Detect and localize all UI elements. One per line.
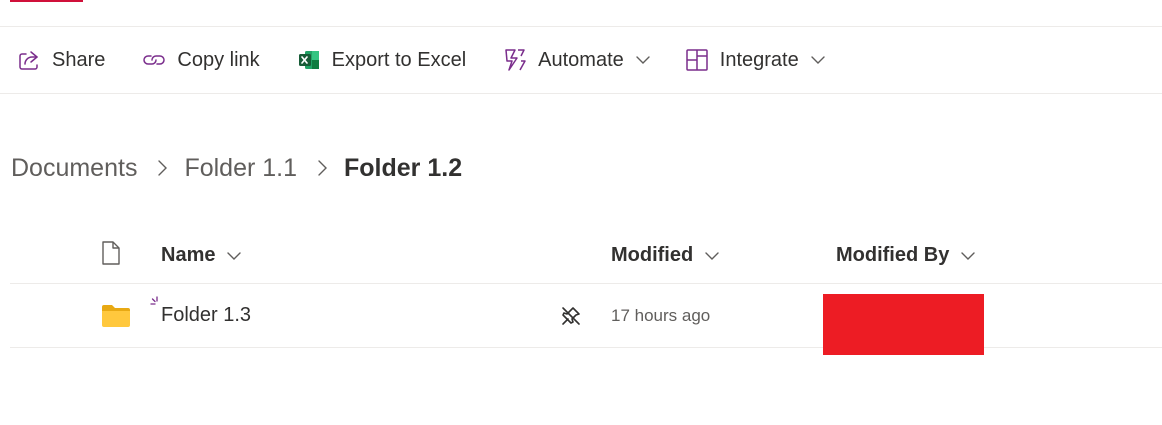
share-label: Share <box>52 48 106 71</box>
name-column-header[interactable]: Name <box>161 228 243 283</box>
share-icon <box>16 47 42 73</box>
chevron-down-icon <box>634 51 652 69</box>
chevron-down-icon <box>809 51 827 69</box>
folder-icon <box>101 284 131 347</box>
automate-button[interactable]: Automate <box>498 40 656 80</box>
command-bar: Share Copy link Export to Excel Automate… <box>0 27 1162 94</box>
name-column-label: Name <box>161 244 216 266</box>
copy-link-button[interactable]: Copy link <box>137 40 263 80</box>
integrate-button[interactable]: Integrate <box>680 40 831 80</box>
breadcrumb-current-folder: Folder 1.2 <box>344 153 463 182</box>
breadcrumb: Documents Folder 1.1 Folder 1.2 <box>11 148 462 188</box>
export-to-excel-label: Export to Excel <box>331 48 467 71</box>
excel-icon <box>296 47 322 73</box>
row-modified-date: 17 hours ago <box>611 305 711 325</box>
redacted-modified-by <box>823 294 984 355</box>
document-icon <box>100 240 122 272</box>
chevron-down-icon <box>959 247 977 265</box>
chevron-right-icon <box>151 157 173 179</box>
breadcrumb-item-documents[interactable]: Documents <box>11 154 137 183</box>
breadcrumb-item-folder-1-1[interactable]: Folder 1.1 <box>184 154 297 183</box>
integrate-label: Integrate <box>719 48 799 71</box>
file-type-column-header[interactable] <box>100 228 122 283</box>
list-header: Name Modified Modified By <box>10 228 1162 284</box>
flow-icon <box>502 47 528 73</box>
active-tab-indicator <box>10 0 83 2</box>
modified-column-header[interactable]: Modified <box>611 228 721 283</box>
automate-label: Automate <box>538 48 624 71</box>
share-button[interactable]: Share <box>12 40 109 80</box>
sharepoint-library-view: Share Copy link Export to Excel Automate… <box>0 0 1162 425</box>
modified-by-column-header[interactable]: Modified By <box>836 228 977 283</box>
modified-by-column-label: Modified By <box>836 244 950 266</box>
table-row[interactable]: Folder 1.3 17 hours ago <box>10 284 1162 355</box>
chevron-down-icon <box>225 247 243 265</box>
link-icon <box>141 47 167 73</box>
integrate-icon <box>684 47 710 73</box>
pin-off-icon[interactable] <box>560 284 582 347</box>
export-to-excel-button[interactable]: Export to Excel <box>292 40 471 80</box>
chevron-down-icon <box>703 247 721 265</box>
modified-column-label: Modified <box>611 244 694 266</box>
row-name-link[interactable]: Folder 1.3 <box>161 284 251 347</box>
chevron-right-icon <box>311 157 333 179</box>
copy-link-label: Copy link <box>177 48 260 71</box>
